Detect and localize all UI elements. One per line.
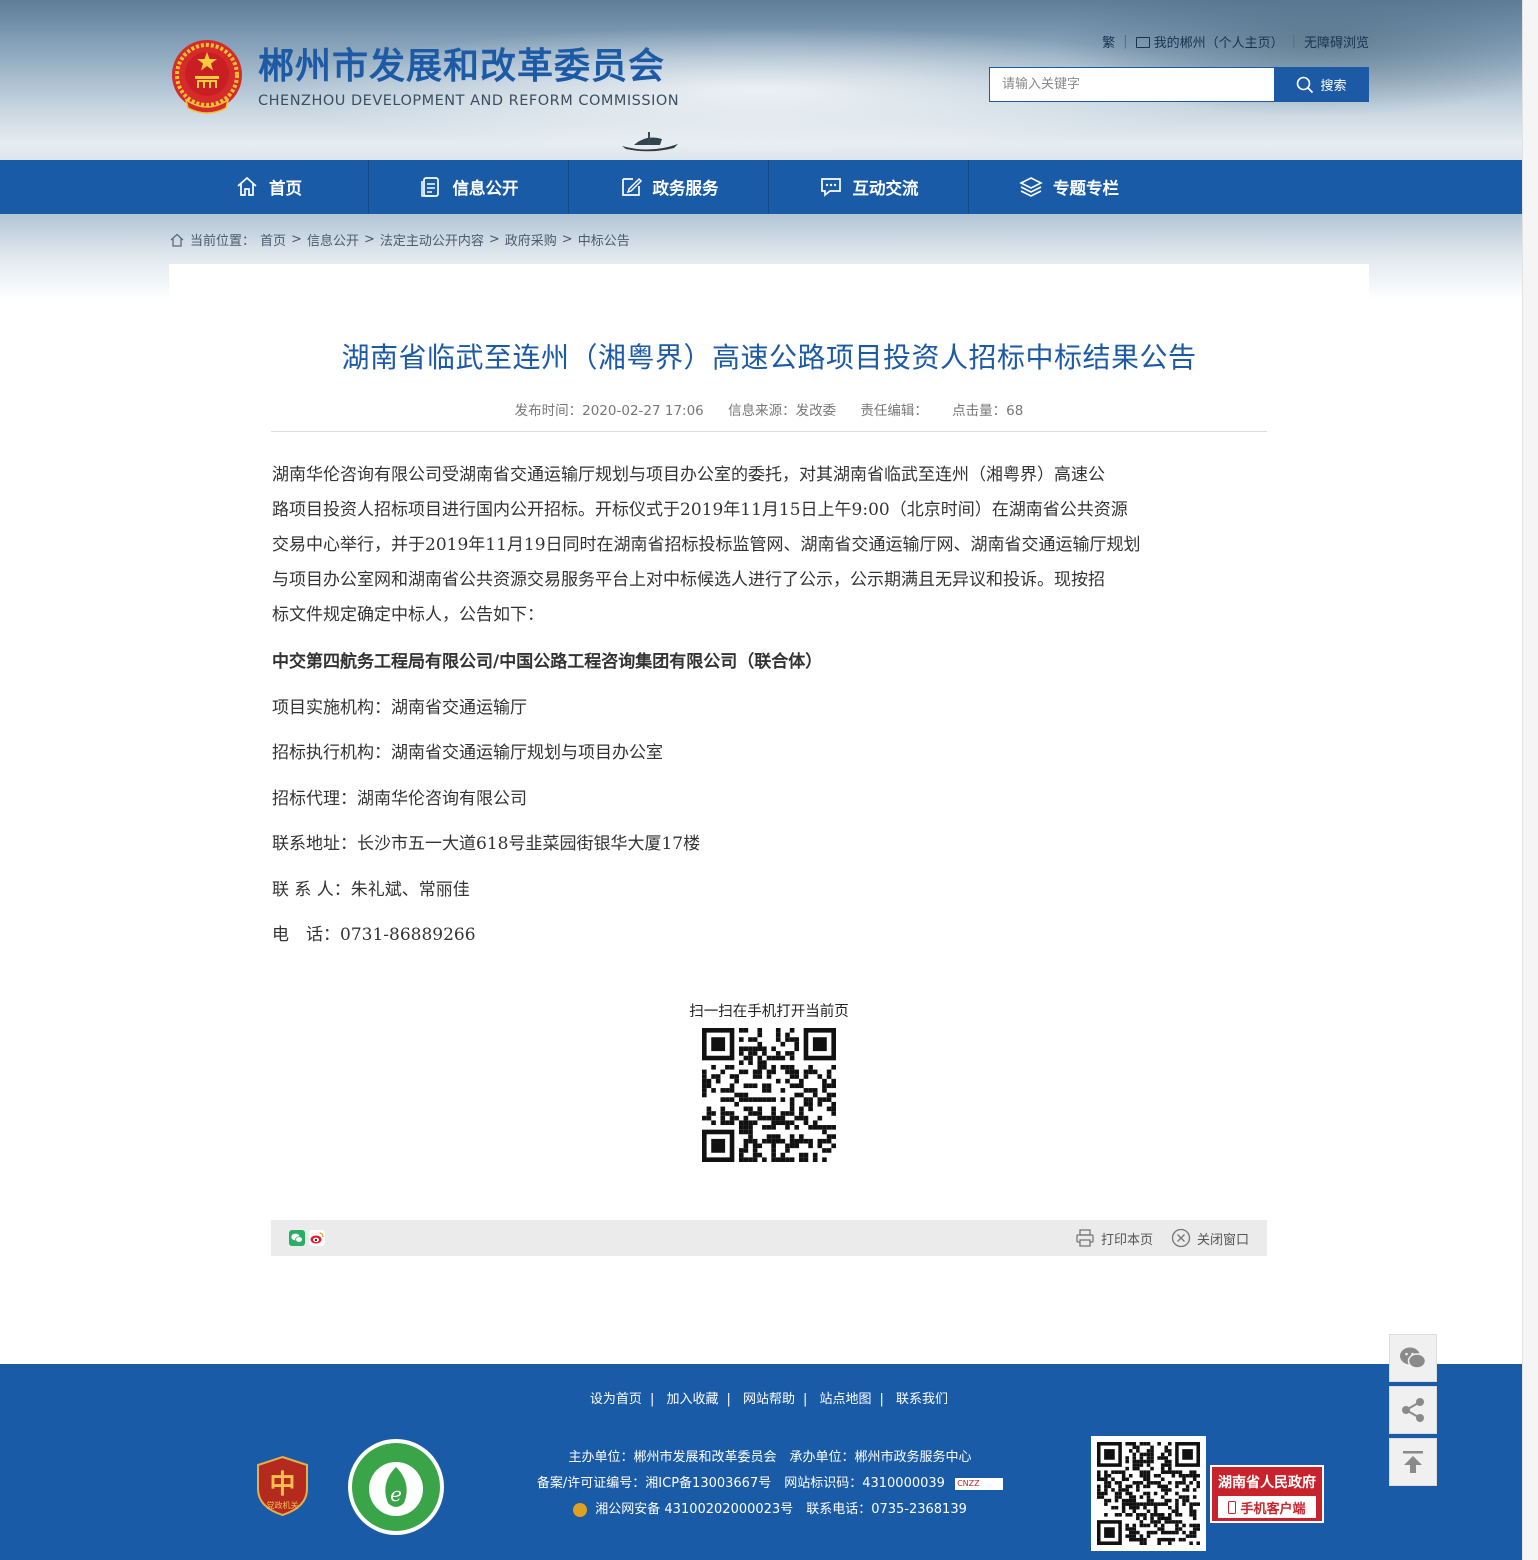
accessibility-link[interactable]: 无障碍浏览	[1304, 32, 1369, 51]
back-to-top-button[interactable]	[1389, 1438, 1437, 1486]
party-gov-badge-icon[interactable]: 中 党政机关	[255, 1455, 310, 1517]
hunan-gov-app-badge[interactable]: 湖南省人民政府 手机客户端	[1210, 1465, 1324, 1523]
nav-home[interactable]: 首页	[169, 160, 369, 214]
my-chenzhou-link[interactable]: 我的郴州（个人主页）	[1135, 32, 1284, 51]
chat-icon	[820, 178, 841, 197]
edit-icon	[621, 177, 642, 196]
wechat-icon	[1400, 1347, 1427, 1369]
detail-line: 招标执行机构：湖南省交通运输厅规划与项目办公室	[272, 743, 663, 763]
breadcrumb: 当前位置： 首页 > 信息公开 > 法定主动公开内容 > 政府采购 > 中标公告	[169, 230, 630, 249]
footer-qr-box	[1091, 1436, 1206, 1551]
close-window-button[interactable]: 关闭窗口	[1171, 1228, 1249, 1248]
article-title: 湖南省临武至连州（湘粤界）高速公路项目投资人招标中标结果公告	[341, 341, 1197, 374]
content-card	[169, 264, 1369, 1364]
info-source: 信息来源：发改委	[728, 403, 837, 419]
monitor-icon	[1135, 37, 1150, 48]
breadcrumb-item[interactable]: 首页	[260, 230, 286, 249]
detail-line: 招标代理：湖南华伦咨询有限公司	[272, 789, 527, 809]
svg-text:中: 中	[269, 1470, 295, 1500]
qr-caption: 扫一扫在手机打开当前页	[689, 1004, 849, 1020]
page-qr-code	[702, 1028, 836, 1162]
footer-link-help[interactable]: 网站帮助	[743, 1392, 795, 1407]
traditional-chinese-link[interactable]: 繁	[1102, 32, 1115, 51]
footer-links: 设为首页 | 加入收藏 | 网站帮助 | 站点地图 | 联系我们	[589, 1392, 949, 1407]
footer-link-sitemap[interactable]: 站点地图	[820, 1392, 872, 1407]
winning-bidder: 中交第四航务工程局有限公司/中国公路工程咨询集团有限公司（联合体）	[272, 652, 823, 672]
phone-icon	[1228, 1500, 1237, 1514]
svg-text:e: e	[390, 1482, 402, 1506]
share-icon	[1402, 1398, 1424, 1422]
float-share-button[interactable]	[1389, 1386, 1437, 1434]
nav-interaction[interactable]: 互动交流	[769, 160, 969, 214]
page-scrollbar[interactable]	[1522, 0, 1538, 1560]
main-nav: 首页 信息公开 政务服务 互动交流 专题专栏	[0, 160, 1538, 214]
document-icon	[420, 177, 439, 197]
national-emblem-icon	[172, 40, 242, 114]
breadcrumb-item[interactable]: 信息公开	[307, 230, 359, 249]
print-button[interactable]: 打印本页	[1075, 1228, 1153, 1248]
footer-sponsor: 主办单位：郴州市发展和改革委员会 承办单位：郴州市政务服务中心	[568, 1450, 972, 1465]
site-title: 郴州市发展和改革委员会	[258, 46, 666, 87]
breadcrumb-item[interactable]: 中标公告	[578, 230, 630, 249]
footer-police: 湘公网安备 43100202000023号 联系电话：0735-2368139	[500, 1498, 1040, 1517]
breadcrumb-item[interactable]: 法定主动公开内容	[380, 230, 484, 249]
detail-line: 项目实施机构：湖南省交通运输厅	[272, 698, 527, 718]
footer-link-contact[interactable]: 联系我们	[896, 1392, 948, 1407]
arrow-up-icon	[1403, 1451, 1423, 1473]
layers-icon	[1019, 177, 1043, 197]
civilization-badge-icon[interactable]: e	[346, 1437, 446, 1537]
detail-line: 电 话：0731-86889266	[272, 925, 476, 945]
printer-icon	[1076, 1229, 1094, 1247]
view-count: 点击量：68	[952, 403, 1024, 419]
editor: 责任编辑：	[860, 403, 928, 419]
search-button[interactable]: 搜索	[1274, 67, 1369, 102]
nav-gov-services[interactable]: 政务服务	[569, 160, 769, 214]
svg-text:党政机关: 党政机关	[267, 1500, 299, 1510]
share-bar: 打印本页 关闭窗口	[271, 1220, 1267, 1256]
detail-line: 联系地址：长沙市五一大道618号韭菜园街银华大厦17楼	[272, 834, 701, 854]
nav-info-disclosure[interactable]: 信息公开	[369, 160, 569, 214]
weibo-share-icon[interactable]	[309, 1230, 325, 1246]
search-bar: 搜索	[989, 67, 1369, 102]
boat-icon	[622, 132, 678, 152]
footer-qr-code	[1097, 1442, 1200, 1545]
home-icon	[237, 176, 257, 196]
search-icon	[1297, 76, 1314, 93]
home-icon	[170, 233, 184, 247]
title-divider	[271, 431, 1267, 432]
article-intro: 湖南华伦咨询有限公司受湖南省交通运输厅规划与项目办公室的委托，对其湖南省临武至连…	[272, 465, 1141, 625]
breadcrumb-item[interactable]: 政府采购	[505, 230, 557, 249]
police-badge-icon	[573, 1502, 588, 1517]
footer: 设为首页 | 加入收藏 | 网站帮助 | 站点地图 | 联系我们 主办单位：郴州市发展和…	[0, 1364, 1538, 1560]
breadcrumb-prefix: 当前位置：	[190, 234, 256, 249]
article-body: 湖南华伦咨询有限公司受湖南省交通运输厅规划与项目办公室的委托，对其湖南省临武至连…	[272, 458, 1262, 945]
nav-special-topics[interactable]: 专题专栏	[969, 160, 1169, 214]
publish-time: 发布时间：2020-02-27 17:06	[514, 403, 704, 419]
cnzz-icon[interactable]: CNZZ	[955, 1477, 1004, 1490]
close-icon	[1171, 1228, 1191, 1248]
wechat-share-icon[interactable]	[289, 1230, 305, 1246]
search-input[interactable]	[989, 67, 1274, 102]
float-wechat-button[interactable]	[1389, 1334, 1437, 1382]
detail-line: 联 系 人：朱礼斌、常丽佳	[272, 880, 470, 900]
footer-icp: 备案/许可证编号：湘ICP备13003667号 网站标识码：4310000039…	[500, 1472, 1040, 1491]
top-links: 繁 | 我的郴州（个人主页） | 无障碍浏览	[1102, 32, 1369, 51]
footer-link-set-home[interactable]: 设为首页	[590, 1392, 642, 1407]
site-subtitle: CHENZHOU DEVELOPMENT AND REFORM COMMISSI…	[258, 93, 680, 109]
footer-link-bookmark[interactable]: 加入收藏	[666, 1392, 718, 1407]
article-meta: 发布时间：2020-02-27 17:06 信息来源：发改委 责任编辑： 点击量…	[271, 399, 1267, 419]
